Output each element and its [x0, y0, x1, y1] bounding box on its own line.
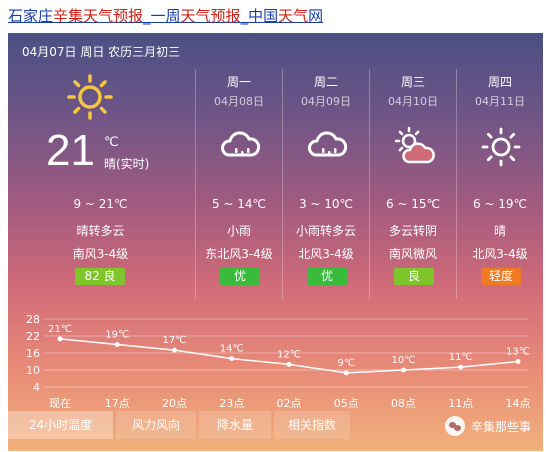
watermark: 辛集那些事: [444, 416, 531, 436]
data-label: 11℃: [449, 352, 473, 363]
x-tick-label: 20点: [162, 397, 187, 410]
y-tick-label: 28: [26, 313, 40, 326]
forecast-day-date: 04月09日: [301, 95, 351, 108]
x-tick-label: 05点: [334, 397, 359, 410]
tab-24h-temperature[interactable]: 24小时温度: [8, 411, 113, 439]
forecast-day-date: 04月10日: [388, 95, 438, 108]
forecast-wind: 北风3-4级: [472, 247, 528, 261]
forecast-aqi-badge: 良: [394, 268, 434, 285]
data-label: 10℃: [392, 355, 416, 366]
data-point: [401, 367, 406, 373]
forecast-day-name: 周四: [487, 75, 512, 89]
forecast-day-date: 04月08日: [214, 95, 264, 108]
today-temp-range: 9 ~ 21℃: [73, 197, 128, 211]
current-temperature: 21: [46, 126, 95, 175]
today-aqi-badge: 82 良: [75, 268, 125, 285]
x-tick-label: 现在: [49, 397, 71, 410]
data-point: [57, 336, 63, 342]
forecast-condition: 小雨: [226, 224, 251, 238]
sun-icon: [481, 127, 521, 167]
title-part-city: 石家庄: [8, 7, 54, 25]
cloud-rain-icon: [308, 131, 348, 157]
forecast-condition: 小雨转多云: [295, 224, 356, 238]
title-part-weather: 天气: [278, 7, 309, 25]
y-tick-label: 4: [33, 381, 40, 394]
y-tick-label: 16: [26, 347, 40, 360]
title-part-xinji: 辛集天气预报: [53, 7, 144, 25]
data-point: [172, 347, 177, 353]
data-label: 19℃: [105, 330, 129, 341]
wechat-icon: [444, 416, 465, 436]
data-label: 14℃: [220, 344, 244, 355]
x-tick-label: 11点: [448, 397, 473, 410]
today-wind: 南风3-4级: [72, 247, 129, 261]
temperature-unit: ℃: [104, 135, 119, 150]
forecast-temp-range: 6 ~ 15℃: [385, 197, 441, 211]
forecast-day: 周三 04月10日 6 ~ 15℃ 多云转阴 南风微风 良: [369, 69, 456, 299]
forecast-wind: 南风微风: [388, 247, 437, 261]
forecast-day: 周一 04月08日 5 ~ 14℃ 小雨 东北风3-4级 优: [195, 69, 282, 299]
x-tick-label: 14点: [506, 397, 531, 410]
x-tick-label: 08点: [391, 397, 416, 410]
title-part-china: _中国: [240, 7, 279, 25]
x-tick-label: 23点: [219, 397, 244, 410]
y-tick-label: 10: [26, 364, 40, 377]
weather-panel: 04月07日 周日 农历三月初三 21 ℃ 晴(实时) 9 ~ 21℃ 晴转多云…: [8, 33, 543, 451]
page-title-link[interactable]: 石家庄辛集天气预报_一周天气预报_中国天气网: [8, 5, 323, 26]
title-part-forecast: 天气预报: [180, 7, 241, 25]
data-point: [229, 356, 235, 362]
title-part-week: _一周: [143, 7, 181, 25]
data-point: [343, 370, 349, 376]
sun-cloud-icon: [394, 126, 435, 164]
watermark-text: 辛集那些事: [470, 419, 531, 434]
forecast-condition: 多云转阴: [388, 224, 437, 238]
data-point: [458, 364, 464, 370]
data-point: [515, 359, 521, 364]
forecast-day-name: 周二: [313, 75, 338, 89]
forecast-day-date: 04月11日: [475, 95, 525, 108]
forecast-aqi-badge: 优: [220, 268, 260, 285]
forecast-condition: 晴: [493, 224, 506, 238]
temperature-chart: 28 22 16 10 4 21℃ 19℃ 17℃ 14℃ 12℃ 9℃ 10℃ 11℃ 13℃ 现在 17点…: [8, 307, 543, 417]
data-label: 13℃: [506, 347, 530, 358]
forecast-aqi-badge: 轻度: [481, 268, 521, 285]
tab-wind[interactable]: 风力风向: [116, 411, 196, 439]
data-label: 17℃: [163, 335, 187, 346]
forecast-aqi-badge: 优: [307, 268, 347, 285]
x-tick-label: 02点: [277, 397, 302, 410]
data-label: 21℃: [48, 324, 72, 335]
x-tick-label: 17点: [105, 397, 130, 410]
tab-indices[interactable]: 相关指数: [274, 411, 350, 439]
forecast-wind: 东北风3-4级: [205, 247, 273, 261]
today-condition: 晴转多云: [76, 224, 125, 238]
current-condition: 晴(实时): [104, 157, 150, 171]
forecast-wind: 北风3-4级: [298, 247, 354, 261]
sun-icon: [67, 74, 113, 120]
y-tick-label: 22: [26, 330, 40, 343]
forecast-day: 周二 04月09日 3 ~ 10℃ 小雨转多云 北风3-4级 优: [282, 69, 369, 299]
forecast-temp-range: 6 ~ 19℃: [472, 197, 528, 211]
forecast-day-name: 周一: [226, 75, 251, 89]
temperature-chart-svg: 28 22 16 10 4 21℃ 19℃ 17℃ 14℃ 12℃ 9℃ 10℃ 11℃ 13℃ 现在 17点…: [26, 313, 531, 410]
forecast-day-name: 周三: [400, 75, 425, 89]
title-part-net: 网: [308, 7, 324, 25]
forecast-temp-range: 3 ~ 10℃: [298, 197, 354, 211]
today-section: 21 ℃ 晴(实时) 9 ~ 21℃ 晴转多云 南风3-4级 82 良: [8, 69, 193, 299]
forecast-day: 周四 04月11日 6 ~ 19℃ 晴 北风3-4级 轻度: [456, 69, 543, 299]
cloud-rain-icon: [221, 131, 261, 157]
today-date: 04月07日 周日 农历三月初三: [22, 45, 181, 59]
data-label: 12℃: [277, 349, 301, 360]
data-point: [286, 361, 292, 367]
data-point: [114, 342, 120, 347]
forecast-temp-range: 5 ~ 14℃: [211, 197, 267, 211]
tab-precipitation[interactable]: 降水量: [199, 411, 271, 439]
data-label: 9℃: [337, 358, 355, 369]
